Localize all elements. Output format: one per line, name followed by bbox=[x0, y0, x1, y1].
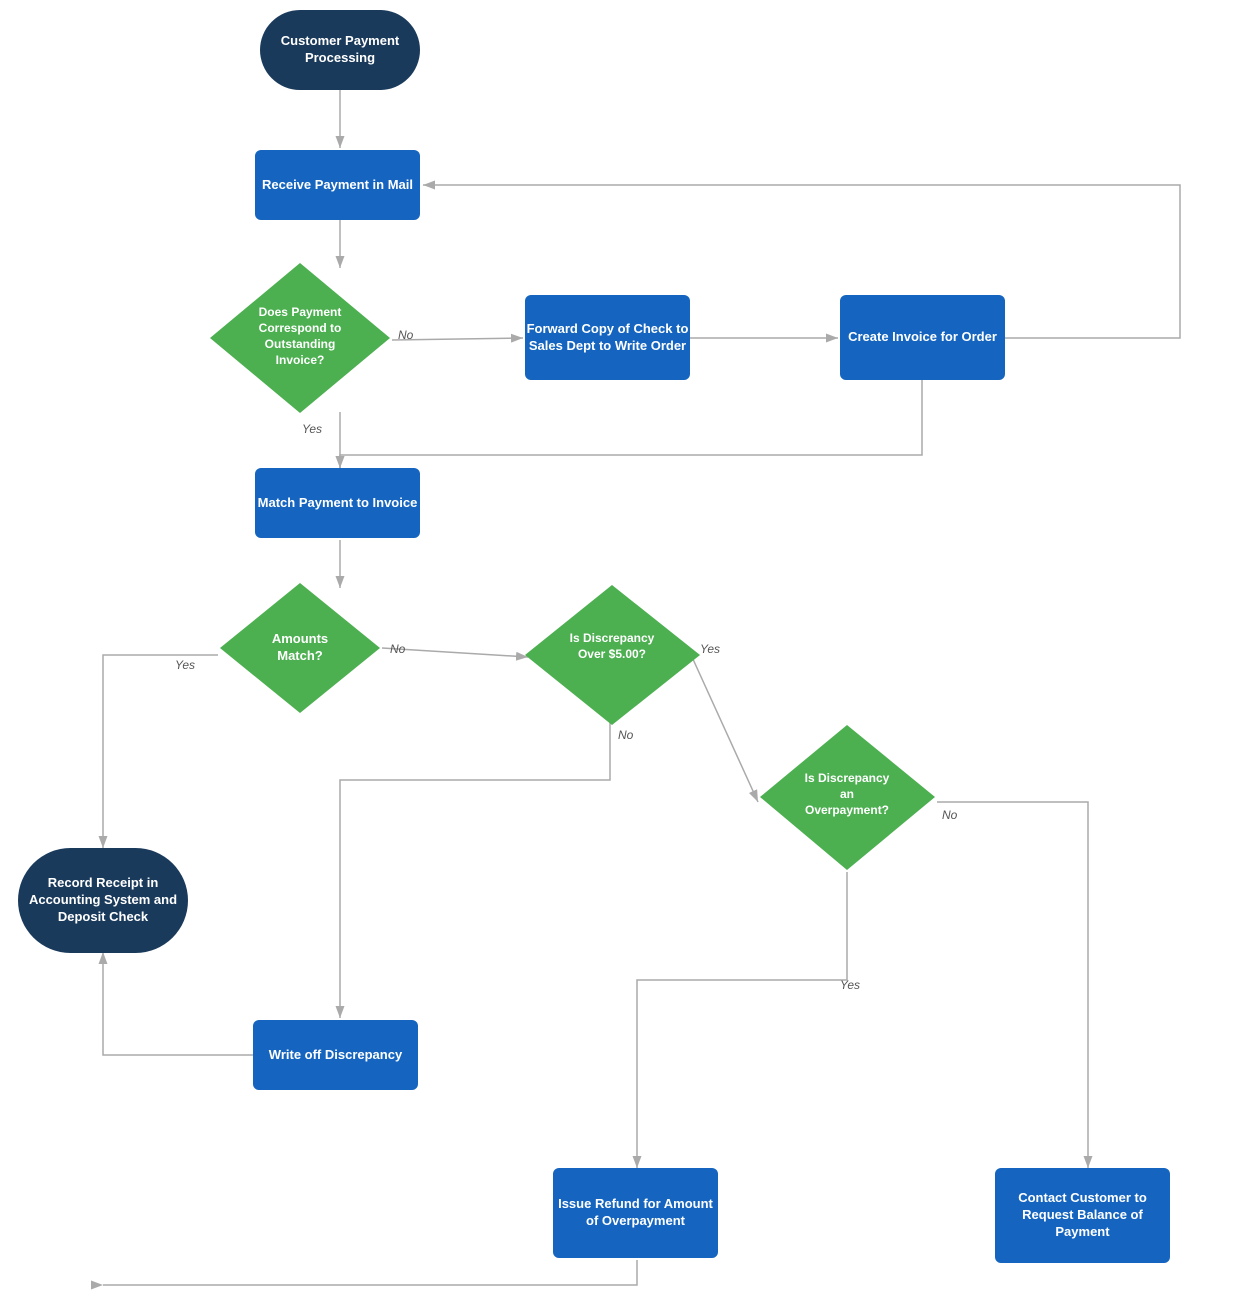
label-no4: No bbox=[942, 808, 957, 822]
node-issue-refund: Issue Refund for Amount of Overpayment bbox=[553, 1168, 718, 1258]
svg-text:Overpayment?: Overpayment? bbox=[805, 803, 889, 817]
svg-text:Invoice?: Invoice? bbox=[276, 353, 325, 367]
node-is-discrepancy-overpayment: Is Discrepancy an Overpayment? bbox=[755, 720, 940, 875]
node-does-payment-correspond: Does Payment Correspond to Outstanding I… bbox=[205, 258, 395, 418]
svg-text:Outstanding: Outstanding bbox=[265, 337, 336, 351]
label-yes1: Yes bbox=[302, 422, 322, 436]
label-no3: No bbox=[618, 728, 633, 742]
svg-text:Is Discrepancy: Is Discrepancy bbox=[805, 771, 890, 785]
node-write-off: Write off Discrepancy bbox=[253, 1020, 418, 1090]
node-amounts-match: Amounts Match? bbox=[215, 578, 385, 718]
svg-text:Match?: Match? bbox=[277, 648, 323, 663]
node-is-discrepancy-over: Is Discrepancy Over $5.00? bbox=[520, 580, 705, 730]
svg-text:Is Discrepancy: Is Discrepancy bbox=[570, 631, 655, 645]
flowchart: Customer Payment Processing Receive Paym… bbox=[0, 0, 1259, 1302]
svg-text:Amounts: Amounts bbox=[272, 631, 328, 646]
label-yes4: Yes bbox=[840, 978, 860, 992]
svg-text:Does Payment: Does Payment bbox=[259, 305, 342, 319]
node-create-invoice: Create Invoice for Order bbox=[840, 295, 1005, 380]
label-no2: No bbox=[390, 642, 405, 656]
node-start: Customer Payment Processing bbox=[260, 10, 420, 90]
label-yes2: Yes bbox=[175, 658, 195, 672]
node-forward-check: Forward Copy of Check to Sales Dept to W… bbox=[525, 295, 690, 380]
node-record-receipt: Record Receipt in Accounting System and … bbox=[18, 848, 188, 953]
label-yes3: Yes bbox=[700, 642, 720, 656]
node-match-payment: Match Payment to Invoice bbox=[255, 468, 420, 538]
svg-text:an: an bbox=[840, 787, 854, 801]
node-receive-payment: Receive Payment in Mail bbox=[255, 150, 420, 220]
node-contact-customer: Contact Customer to Request Balance of P… bbox=[995, 1168, 1170, 1263]
label-no1: No bbox=[398, 328, 413, 342]
svg-text:Correspond to: Correspond to bbox=[259, 321, 342, 335]
svg-text:Over $5.00?: Over $5.00? bbox=[578, 647, 646, 661]
